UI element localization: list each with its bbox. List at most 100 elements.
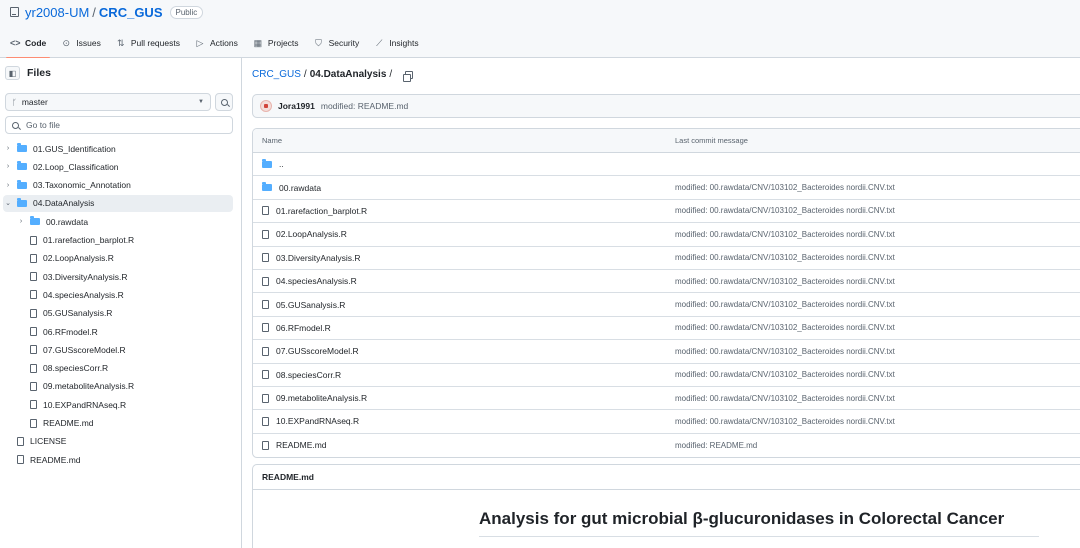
tree-item-label: 03.DiversityAnalysis.R [43,271,128,282]
chevron-right-icon[interactable]: › [3,163,13,170]
column-header-message: Last commit message [675,136,748,145]
tab-projects[interactable]: ▦ Projects [253,34,299,52]
file-name-cell[interactable]: 03.DiversityAnalysis.R [262,253,361,263]
tab-security[interactable]: ⛉ Security [314,34,360,52]
table-row[interactable]: 02.LoopAnalysis.R modified: 00.rawdata/CN… [253,223,1080,247]
commit-message-cell[interactable]: modified: 00.rawdata/CNV/103102_Bacteroi… [675,183,895,192]
repo-title-line: yr2008-UM / CRC_GUS Public [10,4,204,20]
branch-selector[interactable]: ᚴ master ▼ [5,93,211,111]
table-row[interactable]: 01.rarefaction_barplot.R modified: 00.raw… [253,200,1080,224]
tree-item[interactable]: README.md [3,415,233,432]
table-row[interactable]: 06.RFmodel.R modified: 00.rawdata/CNV/103… [253,317,1080,341]
commit-message-cell[interactable]: modified: 00.rawdata/CNV/103102_Bacteroi… [675,417,895,426]
chevron-right-icon[interactable]: › [3,145,13,152]
file-name-cell[interactable]: 05.GUSanalysis.R [262,300,345,310]
file-name-cell[interactable]: 07.GUSscoreModel.R [262,346,359,356]
commit-message-cell[interactable]: modified: 00.rawdata/CNV/103102_Bacteroi… [675,347,895,356]
file-name-cell[interactable]: 00.rawdata [262,182,321,193]
copy-path-icon[interactable] [403,70,414,82]
file-icon [30,235,37,245]
file-name-cell[interactable]: 02.LoopAnalysis.R [262,229,347,239]
collapse-panel-button[interactable]: ◧ [5,66,20,80]
tree-item-label: 02.LoopAnalysis.R [43,253,114,264]
branch-icon: ᚴ [12,97,17,107]
table-row[interactable]: 03.DiversityAnalysis.R modified: 00.rawda… [253,247,1080,270]
file-icon [262,206,269,216]
commit-message-cell[interactable]: modified: 00.rawdata/CNV/103102_Bacteroi… [675,370,895,379]
tree-item[interactable]: 01.rarefaction_barplot.R [3,232,233,249]
graph-icon: ⟋ [376,37,383,48]
chevron-right-icon[interactable]: › [16,218,26,225]
tree-item[interactable]: › 01.GUS_Identification [3,140,233,157]
table-row[interactable]: 00.rawdata modified: 00.rawdata/CNV/10310… [253,176,1080,200]
commit-message-cell[interactable]: modified: 00.rawdata/CNV/103102_Bacteroi… [675,277,895,286]
commit-message-cell[interactable]: modified: 00.rawdata/CNV/103102_Bacteroi… [675,323,895,332]
go-to-file-input[interactable]: Go to file [5,116,233,134]
tab-insights[interactable]: ⟋ Insights [374,34,418,52]
chevron-down-icon[interactable]: ⌄ [3,199,13,207]
file-name-cell[interactable]: README.md [262,440,327,450]
tree-item[interactable]: LICENSE [3,433,233,450]
file-name-label: 10.EXPandRNAseq.R [276,416,360,427]
commit-message[interactable]: modified: README.md [321,101,408,111]
tab-actions[interactable]: ▷ Actions [195,34,238,52]
commit-author[interactable]: Jora1991 [278,101,315,111]
commit-message-cell[interactable]: modified: 00.rawdata/CNV/103102_Bacteroi… [675,253,895,262]
tree-item[interactable]: 05.GUSanalysis.R [3,305,233,322]
chevron-right-icon[interactable]: › [3,182,13,189]
file-name-cell[interactable]: 10.EXPandRNAseq.R [262,416,359,426]
projects-icon: ▦ [253,37,263,48]
tree-item[interactable]: README.md [3,451,233,468]
table-row[interactable]: 05.GUSanalysis.R modified: 00.rawdata/CNV… [253,293,1080,317]
repo-icon [10,7,19,17]
tree-item[interactable]: 07.GUSscoreModel.R [3,341,233,358]
file-name-cell[interactable]: 08.speciesCorr.R [262,370,341,380]
tree-item[interactable]: 08.speciesCorr.R [3,360,233,377]
table-row[interactable]: 04.speciesAnalysis.R modified: 00.rawdata… [253,270,1080,294]
file-name-cell[interactable]: .. [262,158,284,169]
commit-message-cell[interactable]: modified: 00.rawdata/CNV/103102_Bacteroi… [675,394,895,403]
tree-item[interactable]: 04.speciesAnalysis.R [3,286,233,303]
file-name-cell[interactable]: 01.rarefaction_barplot.R [262,206,367,216]
tree-item-label: 08.speciesCorr.R [43,363,109,374]
repo-owner-link[interactable]: yr2008-UM [25,5,89,20]
tree-item[interactable]: › 02.Loop_Classification [3,158,233,175]
file-name-label: 07.GUSscoreModel.R [276,346,359,357]
file-icon [17,436,24,446]
file-name-cell[interactable]: 06.RFmodel.R [262,323,331,333]
tree-item[interactable]: 09.metaboliteAnalysis.R [3,378,233,395]
table-row[interactable]: 09.metaboliteAnalysis.R modified: 00.rawd… [253,387,1080,411]
tab-code[interactable]: <> Code [5,34,51,59]
tree-item[interactable]: 06.RFmodel.R [3,323,233,340]
commit-message-cell[interactable]: modified: README.md [675,441,757,450]
table-row[interactable]: README.md modified: README.md [253,434,1080,457]
table-row[interactable]: 10.EXPandRNAseq.R modified: 00.rawdata/CN… [253,410,1080,434]
tab-pull-requests[interactable]: ⇅ Pull requests [116,34,180,52]
breadcrumb-root-link[interactable]: CRC_GUS [252,69,301,80]
tree-item[interactable]: › 03.Taxonomic_Annotation [3,177,233,194]
file-name-cell[interactable]: 09.metaboliteAnalysis.R [262,393,367,403]
tree-item[interactable]: › 00.rawdata [3,213,233,230]
avatar[interactable] [260,100,272,112]
commit-message-cell[interactable]: modified: 00.rawdata/CNV/103102_Bacteroi… [675,206,895,215]
table-row[interactable]: 08.speciesCorr.R modified: 00.rawdata/CNV… [253,364,1080,387]
tree-item-label: 05.GUSanalysis.R [43,308,113,319]
tab-issues[interactable]: ⊙ Issues [61,34,100,52]
repo-name-link[interactable]: CRC_GUS [99,5,163,20]
tree-item[interactable]: 02.LoopAnalysis.R [3,250,233,267]
tree-item[interactable]: 10.EXPandRNAseq.R [3,396,233,413]
file-icon [30,272,37,282]
table-row[interactable]: 07.GUSscoreModel.R modified: 00.rawdata/C… [253,340,1080,364]
search-button[interactable] [215,93,233,111]
tab-label: Security [328,38,360,48]
commit-message-cell[interactable]: modified: 00.rawdata/CNV/103102_Bacteroi… [675,230,895,239]
tree-item[interactable]: ⌄ 04.DataAnalysis [3,194,233,212]
file-name-cell[interactable]: 04.speciesAnalysis.R [262,276,357,286]
tree-item[interactable]: 03.DiversityAnalysis.R [3,268,233,285]
file-icon [30,308,37,318]
file-name-label: 04.speciesAnalysis.R [276,276,357,287]
file-icon [30,381,37,391]
table-row[interactable]: .. [253,153,1080,177]
commit-message-cell[interactable]: modified: 00.rawdata/CNV/103102_Bacteroi… [675,300,895,309]
branch-name: master [21,97,48,107]
